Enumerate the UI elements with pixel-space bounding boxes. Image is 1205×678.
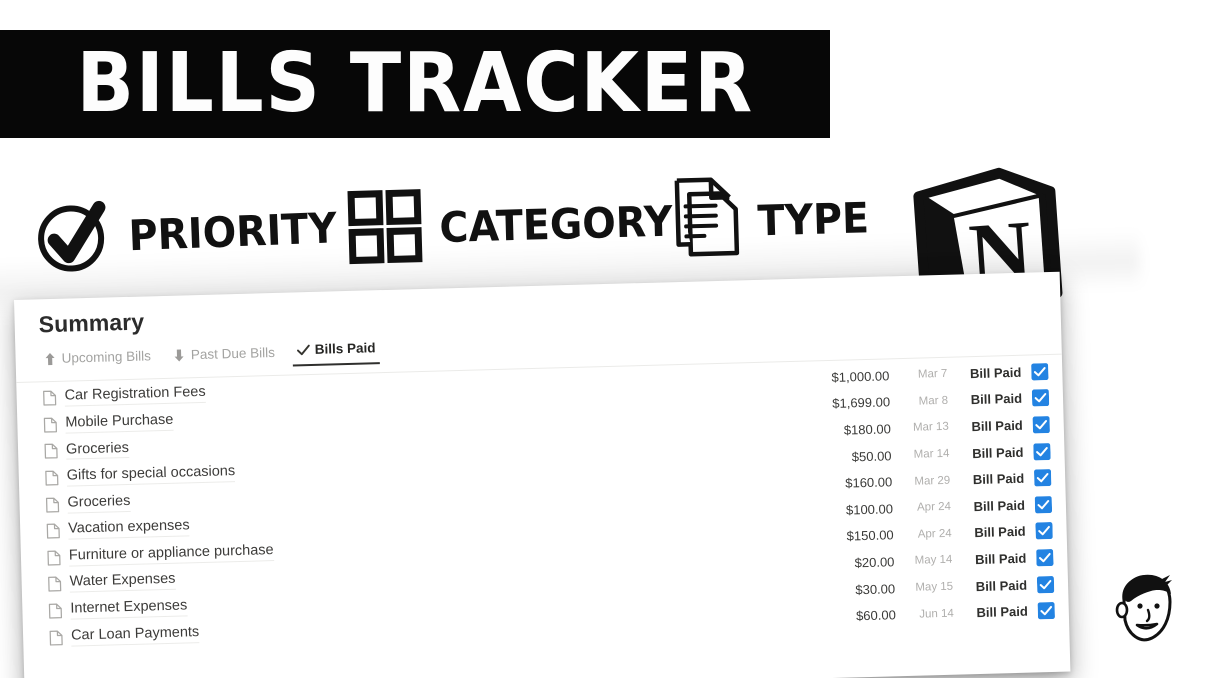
page-icon [44, 443, 58, 460]
document-pages-icon [671, 175, 746, 270]
bill-paid-checkbox[interactable] [1034, 495, 1053, 514]
bill-date: Mar 29 [914, 474, 951, 488]
bill-amount: $160.00 [845, 474, 893, 491]
feature-category-label: CATEGORY [438, 196, 674, 253]
check-icon [297, 343, 311, 357]
feature-type: TYPE [671, 171, 874, 270]
bill-name: Water Expenses [69, 571, 176, 594]
bills-list: Car Registration Fees $1,000.00 Mar 7 Bi… [16, 358, 1069, 652]
bill-date: May 14 [914, 554, 953, 568]
bill-date: May 15 [915, 580, 954, 594]
feature-row: PRIORITY CATEGORY TYPE [0, 168, 900, 286]
bill-amount: $100.00 [845, 501, 894, 518]
bill-paid-checkbox[interactable] [1031, 362, 1049, 381]
grid-squares-icon [347, 189, 423, 270]
bill-amount: $50.00 [851, 447, 892, 464]
bill-amount: $180.00 [843, 421, 892, 438]
bill-name: Groceries [66, 439, 130, 461]
bill-name: Car Loan Payments [71, 624, 200, 647]
bill-name: Internet Expenses [70, 598, 188, 620]
bill-date: Mar 14 [913, 447, 950, 461]
arrow-up-icon [43, 352, 56, 366]
bill-date: Mar 7 [917, 368, 948, 381]
bill-date: Apr 24 [917, 527, 952, 541]
page-icon [46, 523, 60, 539]
bill-amount: $30.00 [855, 580, 896, 597]
bill-paid-checkbox[interactable] [1031, 389, 1050, 407]
feature-priority-label: PRIORITY [127, 203, 338, 261]
bill-date: Jun 14 [919, 607, 954, 621]
tab-past-due-bills[interactable]: Past Due Bills [169, 343, 280, 370]
bill-amount: $20.00 [854, 554, 895, 571]
notion-panel: Summary Upcoming Bills Past Due Bills Bi… [14, 271, 1071, 678]
tab-bills-paid-label: Bills Paid [314, 340, 376, 358]
page-icon [47, 576, 62, 593]
tab-upcoming-bills[interactable]: Upcoming Bills [39, 346, 155, 373]
bill-status: Bill Paid [971, 444, 1024, 461]
bill-paid-checkbox[interactable] [1034, 469, 1052, 487]
notion-panel-wrapper: Summary Upcoming Bills Past Due Bills Bi… [14, 271, 1071, 678]
bill-paid-checkbox[interactable] [1033, 442, 1051, 460]
page-icon [43, 417, 57, 433]
title-banner: BILLS TRACKER [0, 30, 830, 138]
summary-heading: Summary [38, 308, 145, 338]
page-icon [48, 603, 63, 619]
bill-paid-checkbox[interactable] [1032, 416, 1050, 434]
poster-canvas: BILLS TRACKER PRIORITY CATEGORY TYPE N S… [0, 0, 1205, 678]
bill-name: Vacation expenses [68, 518, 190, 540]
bill-name: Groceries [67, 493, 131, 514]
feature-priority: PRIORITY [33, 186, 345, 281]
cartoon-face-doodle [1104, 566, 1188, 662]
check-circle-icon [33, 195, 114, 281]
view-tabs: Upcoming Bills Past Due Bills Bills Paid [39, 338, 380, 373]
page-icon [45, 497, 60, 513]
tab-past-due-bills-label: Past Due Bills [190, 345, 276, 363]
bill-status: Bill Paid [974, 524, 1026, 541]
bill-status: Bill Paid [973, 497, 1026, 514]
bill-status: Bill Paid [970, 391, 1023, 408]
feature-type-label: TYPE [756, 193, 870, 246]
page-icon [45, 470, 59, 486]
bill-date: Apr 24 [916, 500, 952, 514]
bill-name: Gifts for special occasions [67, 463, 236, 487]
bill-name: Furniture or appliance purchase [69, 542, 274, 567]
bill-paid-checkbox[interactable] [1037, 602, 1055, 620]
bill-status: Bill Paid [976, 603, 1028, 621]
page-icon [47, 550, 61, 566]
bill-name: Car Registration Fees [64, 384, 206, 407]
bill-paid-checkbox[interactable] [1036, 575, 1055, 593]
page-icon [49, 629, 63, 646]
tab-upcoming-bills-label: Upcoming Bills [61, 348, 152, 366]
bill-amount: $60.00 [855, 607, 897, 624]
bill-amount: $1,000.00 [831, 368, 890, 385]
bill-paid-checkbox[interactable] [1036, 549, 1054, 567]
bill-date: Mar 8 [918, 394, 949, 408]
arrow-down-icon [173, 348, 186, 362]
tab-bills-paid[interactable]: Bills Paid [292, 338, 380, 367]
page-title: BILLS TRACKER [76, 36, 754, 131]
bill-name: Mobile Purchase [65, 412, 174, 434]
bill-amount: $150.00 [846, 527, 894, 544]
bill-status: Bill Paid [972, 470, 1025, 488]
page-icon [42, 390, 57, 406]
bill-date: Mar 13 [912, 421, 949, 435]
bill-status: Bill Paid [974, 550, 1027, 568]
bill-paid-checkbox[interactable] [1035, 522, 1053, 540]
bill-status: Bill Paid [971, 417, 1023, 435]
bill-status: Bill Paid [969, 364, 1022, 381]
feature-category: CATEGORY [347, 181, 681, 269]
bill-status: Bill Paid [975, 577, 1028, 594]
bill-amount: $1,699.00 [832, 394, 891, 412]
